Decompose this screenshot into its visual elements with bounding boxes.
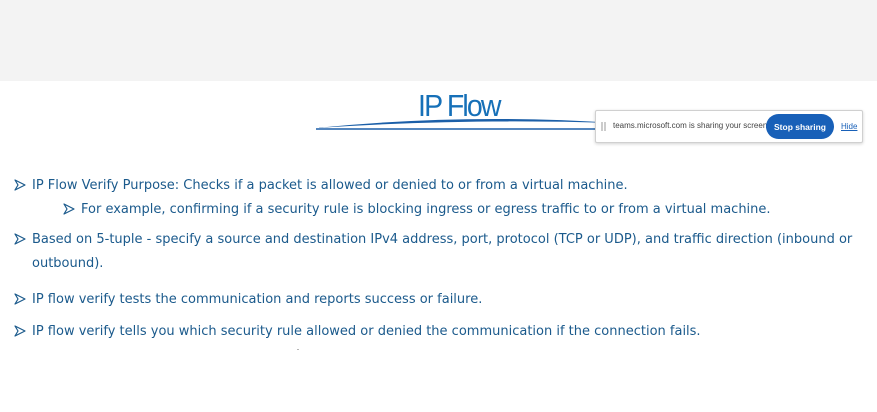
bullet-text: For example, confirming if a security ru… bbox=[81, 202, 771, 217]
drag-grip-icon[interactable] bbox=[601, 122, 606, 131]
bullet-item: Based on 5-tuple - specify a source and … bbox=[14, 228, 862, 276]
title-underline-swoosh bbox=[316, 119, 614, 130]
bullet-text: IP flow verify tests the communication a… bbox=[32, 292, 483, 307]
arrowhead-bullet-icon bbox=[14, 293, 26, 305]
bullet-text: IP Flow Verify Purpose: Checks if a pack… bbox=[32, 178, 628, 193]
share-message: teams.microsoft.com is sharing your scre… bbox=[613, 121, 770, 130]
bullet-text: IP flow verify tells you which security … bbox=[32, 324, 701, 339]
arrowhead-bullet-icon bbox=[14, 325, 26, 337]
bullet-item: IP Flow Verify Purpose: Checks if a pack… bbox=[14, 174, 628, 198]
hide-link[interactable]: Hide bbox=[841, 122, 857, 131]
bullet-item: IP flow verify tells you which security … bbox=[14, 320, 701, 344]
bullet-text: Based on 5-tuple - specify a source and … bbox=[32, 232, 853, 271]
screen-share-notification-bar: teams.microsoft.com is sharing your scre… bbox=[595, 110, 863, 143]
decorative-speck bbox=[297, 349, 299, 350]
arrowhead-bullet-icon bbox=[14, 233, 26, 245]
bullet-item: IP flow verify tests the communication a… bbox=[14, 288, 482, 312]
arrowhead-bullet-icon bbox=[14, 179, 26, 191]
stop-sharing-button[interactable]: Stop sharing bbox=[766, 114, 834, 139]
top-empty-band bbox=[0, 0, 877, 81]
arrowhead-bullet-icon bbox=[63, 203, 75, 215]
sub-bullet-item: For example, confirming if a security ru… bbox=[63, 198, 771, 222]
